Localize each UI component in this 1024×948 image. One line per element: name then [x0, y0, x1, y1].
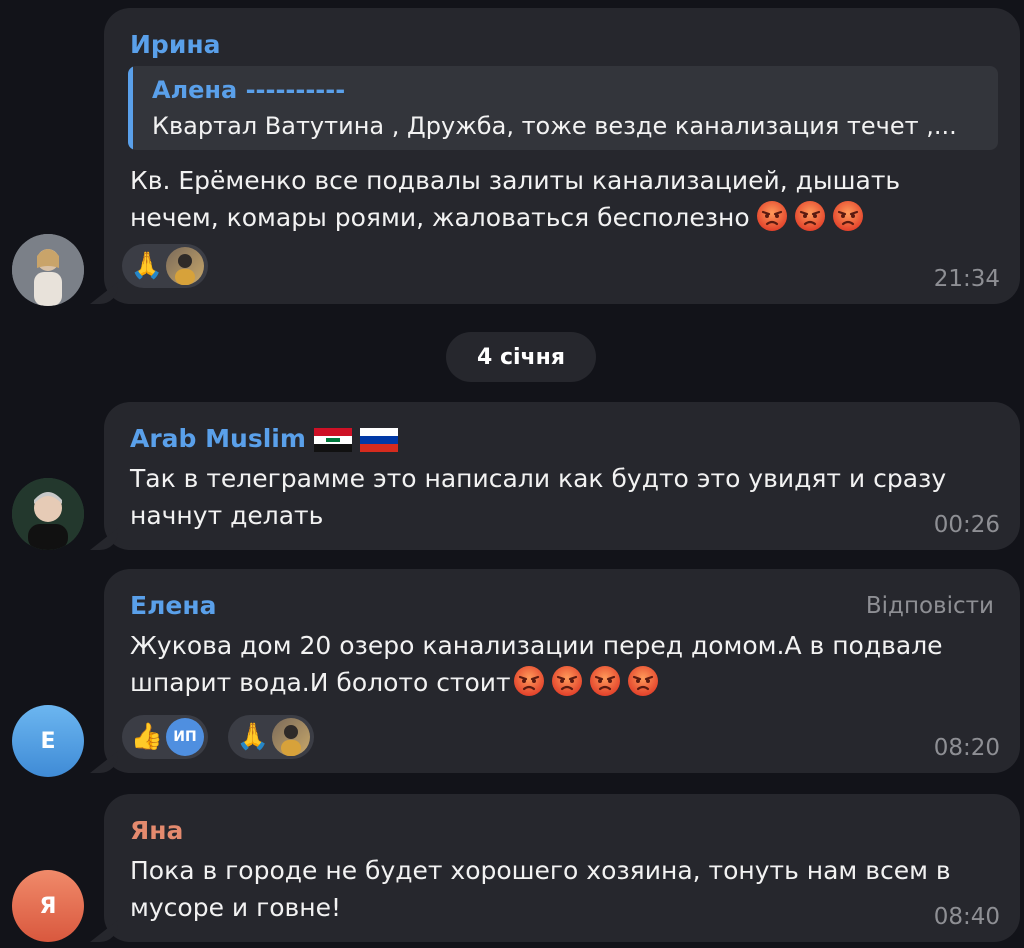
- reactor-avatar: [272, 718, 310, 756]
- user-photo-icon: [12, 234, 84, 306]
- message-text: Кв. Ерёменко все подвалы залиты канализа…: [130, 162, 990, 236]
- person-silhouette-icon: [281, 725, 301, 756]
- iraq-flag-icon: [313, 428, 352, 452]
- reaction-thumbs-up[interactable]: 👍 ИП: [122, 715, 208, 759]
- angry-emoji-icon: [627, 666, 658, 696]
- reply-button[interactable]: Відповісти: [866, 593, 994, 619]
- sender-name[interactable]: Arab Muslim: [130, 424, 398, 453]
- message-text: Жукова дом 20 озеро канализации перед до…: [130, 627, 990, 701]
- reaction-emoji: 👍: [130, 722, 164, 752]
- reaction-emoji: 🙏: [236, 722, 270, 752]
- avatar[interactable]: Е: [12, 705, 84, 777]
- date-separator: 4 січня: [446, 332, 596, 382]
- user-photo-icon: [12, 478, 84, 550]
- angry-emoji-icon: [794, 201, 825, 231]
- reactor-avatar: [166, 247, 204, 285]
- quote-bar: [128, 66, 133, 150]
- avatar[interactable]: [12, 478, 84, 550]
- message-arab-muslim: Arab Muslim Так в телеграмме это написал…: [0, 400, 1024, 560]
- reactor-avatar-initials: ИП: [166, 718, 204, 756]
- quoted-message[interactable]: Алена ---------- Квартал Ватутина , Друж…: [128, 66, 998, 150]
- message-bubble[interactable]: Arab Muslim Так в телеграмме это написал…: [104, 402, 1020, 550]
- message-text: Так в телеграмме это написали как будто …: [130, 464, 947, 530]
- message-text: Пока в городе не будет хорошего хозяина,…: [130, 856, 951, 922]
- quote-sender: Алена ----------: [152, 76, 346, 104]
- message-time: 08:20: [933, 735, 1000, 761]
- reaction-pray[interactable]: 🙏: [228, 715, 314, 759]
- reaction-emoji: 🙏: [130, 251, 164, 281]
- message-elena: Елена Відповісти Жукова дом 20 озеро кан…: [0, 565, 1024, 780]
- message-time: 08:40: [933, 904, 1000, 930]
- message-yana: Яна Пока в городе не будет хорошего хозя…: [0, 790, 1024, 948]
- sender-name[interactable]: Елена: [130, 591, 217, 620]
- angry-emoji-icon: [832, 201, 863, 231]
- quote-text: Квартал Ватутина , Дружба, тоже везде ка…: [152, 112, 957, 140]
- angry-emoji-icon: [513, 666, 544, 696]
- message-time: 00:26: [933, 512, 1000, 538]
- avatar[interactable]: [12, 234, 84, 306]
- angry-emoji-icon: [589, 666, 620, 696]
- sender-name-text: Arab Muslim: [130, 424, 306, 453]
- sender-name[interactable]: Яна: [130, 816, 183, 845]
- message-irina: Ирина Алена ---------- Квартал Ватутина …: [0, 0, 1024, 310]
- message-bubble[interactable]: Яна Пока в городе не будет хорошего хозя…: [104, 794, 1020, 942]
- message-bubble[interactable]: Ирина Алена ---------- Квартал Ватутина …: [104, 8, 1020, 304]
- message-bubble[interactable]: Елена Відповісти Жукова дом 20 озеро кан…: [104, 569, 1020, 773]
- russia-flag-icon: [359, 428, 398, 452]
- message-time: 21:34: [933, 266, 1000, 292]
- avatar[interactable]: Я: [12, 870, 84, 942]
- sender-name[interactable]: Ирина: [130, 30, 220, 59]
- angry-emoji-icon: [551, 666, 582, 696]
- person-silhouette-icon: [175, 254, 195, 285]
- angry-emoji-icon: [756, 201, 787, 231]
- reaction-pray[interactable]: 🙏: [122, 244, 208, 288]
